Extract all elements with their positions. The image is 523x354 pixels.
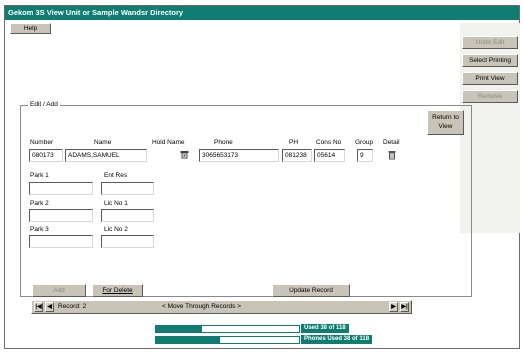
phone-label: Phone <box>214 139 233 146</box>
lic-no1-field[interactable] <box>101 209 154 222</box>
remove-button[interactable]: Remove <box>462 90 518 103</box>
name-field[interactable]: ADAMS,SAMUEL <box>65 149 147 162</box>
next-record-button[interactable]: ▶ <box>389 302 398 312</box>
park2-field[interactable] <box>29 209 93 222</box>
last-record-button[interactable]: ▶| <box>400 302 409 312</box>
cons-no-field[interactable]: 05614 <box>314 149 345 162</box>
help-button[interactable]: Help <box>10 23 51 34</box>
record-navigator: |◀ ◀ Record: 2 < Move Through Records > … <box>31 300 412 314</box>
print-view-button[interactable]: Print View <box>462 72 518 85</box>
park1-label: Park 1 <box>30 172 49 179</box>
ph-field[interactable]: 081238 <box>282 149 312 162</box>
cons-no-label: Cons No <box>316 139 342 146</box>
for-delete-button[interactable]: For Delete <box>92 284 143 297</box>
ent-res-field[interactable] <box>101 182 154 195</box>
number-label: Number <box>30 139 54 146</box>
usage-progress-bar <box>155 325 300 333</box>
previous-record-button[interactable]: ◀ <box>45 302 54 312</box>
record-label: Record: 2 <box>58 303 87 310</box>
park3-field[interactable] <box>29 235 93 248</box>
window-title: Gekom 3S View Unit or Sample Wandsr Dire… <box>5 6 519 20</box>
phones-progress-bar <box>155 336 300 344</box>
select-printing-button[interactable]: Select Printing <box>462 54 518 67</box>
trash-icon[interactable] <box>388 150 396 162</box>
update-record-button[interactable]: Update Record <box>272 284 350 297</box>
first-record-button[interactable]: |◀ <box>34 302 43 312</box>
return-to-view-label: Return to View <box>432 114 459 130</box>
park3-label: Park 3 <box>30 226 49 233</box>
group-field[interactable]: 9 <box>357 149 373 162</box>
lic-no2-label: Lic No 2 <box>104 226 128 233</box>
park1-field[interactable] <box>29 182 93 195</box>
phone-icon[interactable] <box>180 150 189 161</box>
usage-progress-label: Used 38 of 118 <box>301 324 349 333</box>
return-to-view-button[interactable]: Return to View <box>427 110 464 135</box>
phones-progress-fill <box>156 337 221 343</box>
phones-progress-label: Phones Used 38 of 118 <box>301 335 373 344</box>
park2-label: Park 2 <box>30 200 49 207</box>
edit-add-legend: Edit / Add <box>28 101 60 109</box>
ent-res-label: Ent Res <box>104 172 128 179</box>
usage-progress-fill <box>156 326 202 332</box>
phone-field[interactable]: 3065653173 <box>199 149 279 162</box>
name-label: Name <box>94 139 112 146</box>
undo-edit-button[interactable]: Undo Edit <box>462 36 518 49</box>
move-through-records-label: < Move Through Records > <box>162 303 242 310</box>
group-label: Group <box>355 139 374 146</box>
detail-label: Detail <box>383 139 400 146</box>
lic-no1-label: Lic No 1 <box>104 200 128 207</box>
edit-add-group <box>20 105 472 297</box>
hold-name-label: Hold Name <box>152 139 185 146</box>
number-field[interactable]: 080173 <box>29 149 63 162</box>
ph-label: PH <box>289 139 299 146</box>
lic-no2-field[interactable] <box>101 235 154 248</box>
add-button[interactable]: Add <box>32 284 86 297</box>
